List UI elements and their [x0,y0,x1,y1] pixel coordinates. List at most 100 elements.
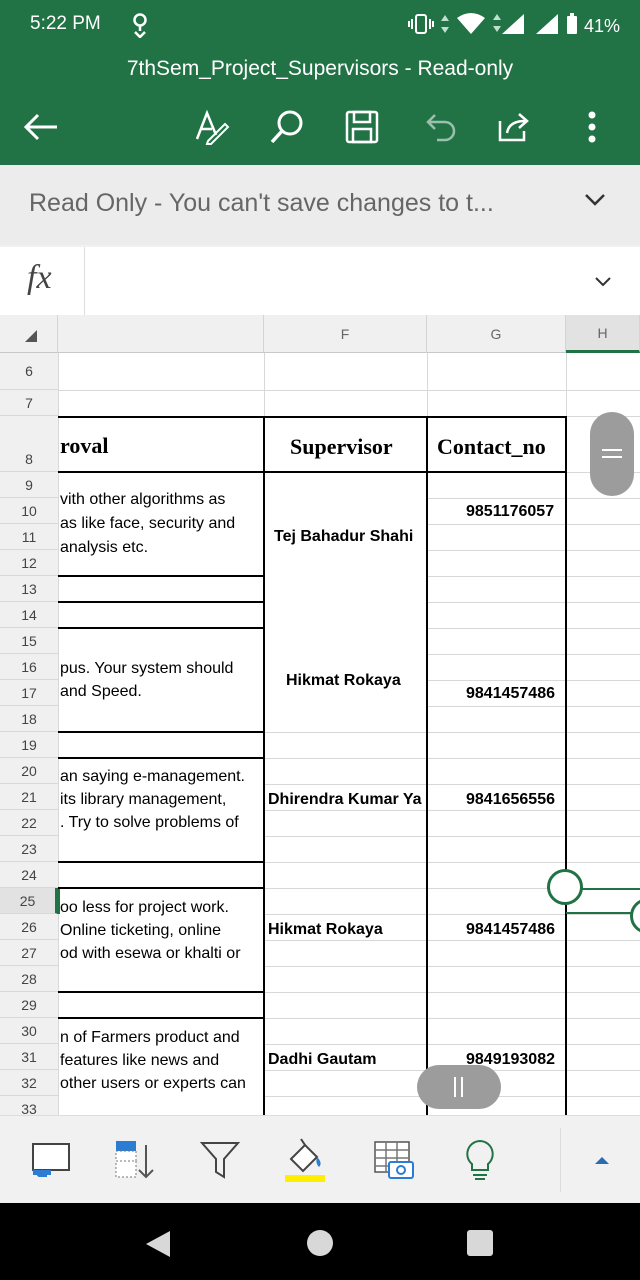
select-sheet-icon [32,1143,70,1177]
undo-button[interactable] [418,105,462,149]
description-line: other users or experts can [60,1075,246,1092]
signal-icon [492,12,528,41]
row-header[interactable]: 26 [0,914,58,940]
android-nav-bar [0,1203,640,1280]
filter-button[interactable] [196,1136,244,1184]
description-line: as like face, security and [60,515,236,532]
save-button[interactable] [340,105,384,149]
signal-icon-2 [534,12,560,41]
battery-icon [566,13,578,40]
column-header-H[interactable]: H [566,315,640,353]
supervisor-name: Tej Bahadur Shahi [274,528,414,545]
more-vertical-icon [588,111,596,143]
row-header[interactable]: 11 [0,524,58,550]
row-header[interactable]: 14 [0,602,58,628]
header-approval: roval [60,433,109,458]
formula-expand-chevron-icon[interactable] [594,275,612,293]
recents-nav-button[interactable] [467,1230,493,1256]
back-nav-button[interactable] [144,1229,172,1264]
column-header-G[interactable]: G [427,315,566,353]
filter-icon [199,1142,241,1179]
description-line: features like news and [60,1052,220,1069]
description-line: an saying e-management. [60,768,245,785]
description-line: analysis etc. [60,539,149,556]
select-all-corner[interactable] [0,315,58,353]
row-header[interactable]: 20 [0,758,58,784]
edit-button[interactable] [190,105,234,149]
back-button[interactable] [19,105,63,149]
vertical-scrollbar-thumb[interactable] [590,412,634,496]
row-header[interactable]: 28 [0,966,58,992]
supervisor-name: Dhirendra Kumar Ya [268,791,422,808]
fx-label: fx [27,259,52,296]
share-button[interactable] [493,105,537,149]
header-supervisor: Supervisor [290,434,393,459]
formula-bar: fx [0,247,640,316]
expand-toolbar-button[interactable] [578,1136,626,1184]
wifi-icon [456,13,486,40]
row-header[interactable]: 24 [0,862,58,888]
home-nav-button[interactable] [307,1230,333,1256]
sort-button[interactable] [110,1136,158,1184]
more-options-button[interactable] [570,105,614,149]
select-sheet-button[interactable] [27,1136,75,1184]
contact-number: 9841457486 [466,921,555,938]
selection-handle-end[interactable] [630,898,640,934]
row-header[interactable]: 21 [0,784,58,810]
title-bar: 7thSem_Project_Supervisors - Read-only [0,50,640,165]
row-header[interactable]: 33 [0,1096,58,1115]
row-header[interactable]: 10 [0,498,58,524]
row-header[interactable]: 27 [0,940,58,966]
description-line: oo less for project work. [60,899,229,916]
row-header[interactable]: 30 [0,1018,58,1044]
header-contact-no: Contact_no [437,434,546,459]
sort-icon [115,1141,154,1179]
table-camera-button[interactable] [370,1136,418,1184]
row-header[interactable]: 9 [0,472,58,498]
supervisor-name: Hikmat Rokaya [268,921,383,938]
row-header[interactable]: 6 [0,353,58,390]
fill-color-button[interactable] [281,1136,329,1184]
row-header[interactable]: 31 [0,1044,58,1070]
save-icon [345,110,379,144]
read-only-message: Read Only - You can't save changes to t.… [29,189,494,217]
row-header[interactable]: 17 [0,680,58,706]
row-header[interactable]: 16 [0,654,58,680]
supervisor-name: Dadhi Gautam [268,1051,377,1068]
ideas-button[interactable] [456,1136,504,1184]
spreadsheet-grid[interactable]: F G H 6 7 8 9 10 11 12 13 14 15 16 17 18… [0,315,640,1115]
horizontal-scrollbar-thumb[interactable] [417,1065,501,1109]
row-header-selected[interactable]: 25 [0,888,58,914]
row-header[interactable]: 12 [0,550,58,576]
document-title: 7thSem_Project_Supervisors - Read-only [126,57,514,80]
description-line: pus. Your system should [60,660,234,677]
undo-icon [426,114,456,142]
lightbulb-icon [466,1139,494,1180]
row-header[interactable]: 32 [0,1070,58,1096]
share-icon [498,113,529,142]
selection-handle-start[interactable] [547,869,583,905]
search-button[interactable] [265,105,309,149]
row-header[interactable]: 8 [0,416,58,472]
row-header[interactable]: 23 [0,836,58,862]
contact-number: 9841656556 [466,791,555,808]
row-header[interactable]: 29 [0,992,58,1018]
description-line: Online ticketing, online [60,922,221,939]
data-arrows-icon [440,13,450,40]
description-line: its library management, [60,791,227,808]
fill-color-icon [285,1138,325,1182]
row-header[interactable]: 18 [0,706,58,732]
row-header[interactable]: 19 [0,732,58,758]
column-header-F[interactable]: F [264,315,427,353]
chevron-down-icon[interactable] [584,193,606,212]
expand-icon [595,1157,609,1164]
read-only-banner[interactable]: Read Only - You can't save changes to t.… [0,165,640,245]
column-header-E[interactable] [58,315,264,353]
description-line: and Speed. [60,683,142,700]
back-arrow-icon [23,113,57,141]
row-header[interactable]: 7 [0,390,58,416]
row-header[interactable]: 22 [0,810,58,836]
row-header[interactable]: 13 [0,576,58,602]
formula-input[interactable] [95,247,565,315]
row-header[interactable]: 15 [0,628,58,654]
